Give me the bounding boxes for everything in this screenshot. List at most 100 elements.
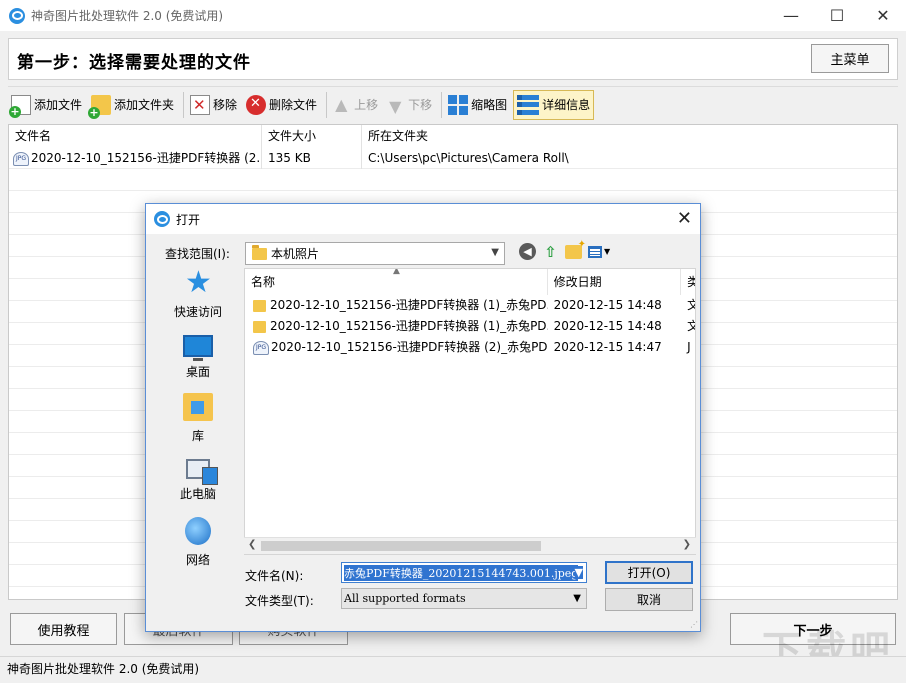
file-folder-cell: C:\Users\pc\Pictures\Camera Roll\ — [368, 151, 569, 165]
column-header-folder[interactable]: 所在文件夹 — [362, 125, 897, 147]
place-label: 库 — [191, 429, 204, 443]
folder-icon — [253, 320, 266, 333]
arrow-down-icon — [387, 95, 405, 116]
look-in-value: 本机照片 — [271, 247, 320, 261]
place-quick-access[interactable]: 快速访问 — [154, 265, 242, 331]
title-bar: 神奇图片批处理软件 2.0 (免费试用) — ☐ ✕ — [0, 0, 906, 31]
open-file-dialog: 打开 ✕ 查找范围(I): 本机照片 ▼ ◀ ⇧ ▼ 快速访问 桌面 库 此电脑 — [145, 203, 701, 632]
dialog-app-icon — [154, 211, 170, 227]
list-item[interactable]: JPG 2020-12-10_152156-迅捷PDF转换器 (2)_赤兔PD..… — [245, 337, 695, 358]
delete-file-button[interactable]: 删除文件 — [243, 90, 320, 120]
file-name-cell: JPG 2020-12-10_152156-迅捷PDF转换器 (2... — [9, 147, 262, 169]
tutorial-button[interactable]: 使用教程 — [10, 613, 117, 645]
view-menu-icon[interactable]: ▼ — [588, 243, 614, 260]
jpg-file-icon: JPG — [253, 340, 269, 355]
filetype-select[interactable]: All supported formats ▼ — [341, 588, 587, 609]
sort-ascending-icon: ▲ — [393, 268, 400, 276]
item-name-cell: 2020-12-10_152156-迅捷PDF转换器 (1)_赤兔PD... — [245, 295, 548, 316]
place-desktop[interactable]: 桌面 — [154, 331, 242, 393]
filename-value: 赤兔PDF转换器_20201215144743.001.jpeg — [344, 564, 579, 581]
folder-icon — [252, 244, 267, 260]
jpg-file-icon: JPG — [13, 151, 29, 166]
new-folder-icon[interactable] — [565, 239, 586, 259]
maximize-button[interactable]: ☐ — [814, 0, 860, 31]
step-header: 第一步：选择需要处理的文件 主菜单 — [8, 38, 898, 80]
details-view-button[interactable]: 详细信息 — [513, 89, 595, 120]
add-folder-button[interactable]: 添加文件夹 — [88, 90, 177, 120]
chevron-down-icon[interactable]: ▼ — [574, 566, 583, 579]
table-row[interactable]: JPG 2020-12-10_152156-迅捷PDF转换器 (2... 135 … — [9, 147, 897, 169]
add-file-button[interactable]: 添加文件 — [8, 90, 85, 120]
column-header-filename[interactable]: 文件名 — [9, 125, 262, 147]
open-button[interactable]: 打开(O) — [605, 561, 693, 584]
move-up-button[interactable]: 上移 — [330, 90, 381, 120]
network-icon — [185, 517, 211, 545]
arrow-up-icon — [333, 95, 351, 115]
column-header-type[interactable]: 类 — [681, 269, 695, 295]
delete-icon — [246, 94, 267, 115]
step-title: 第一步：选择需要处理的文件 — [17, 53, 251, 73]
up-folder-icon[interactable]: ⇧ — [542, 243, 559, 261]
add-file-label: 添加文件 — [34, 98, 83, 112]
desktop-icon — [183, 335, 213, 361]
place-library[interactable]: 库 — [154, 393, 242, 455]
item-type: 文 — [681, 295, 695, 316]
item-name: 2020-12-10_152156-迅捷PDF转换器 (2)_赤兔PD... — [271, 340, 548, 354]
status-bar: 神奇图片批处理软件 2.0 (免费试用) — [0, 656, 906, 683]
add-folder-icon — [88, 94, 112, 119]
filetype-value: All supported formats — [344, 592, 466, 605]
remove-icon — [190, 94, 211, 115]
look-in-label: 查找范围(I): — [165, 247, 230, 261]
folder-icon — [253, 299, 266, 312]
item-date: 2020-12-15 14:48 — [553, 298, 662, 312]
delete-file-label: 删除文件 — [269, 98, 318, 112]
place-label: 桌面 — [185, 365, 210, 379]
add-file-icon — [9, 94, 31, 118]
filetype-label: 文件类型(T): — [245, 594, 314, 608]
scroll-left-icon[interactable]: ❮ — [248, 539, 256, 550]
remove-button[interactable]: 移除 — [187, 90, 240, 120]
main-menu-button[interactable]: 主菜单 — [811, 44, 889, 73]
dialog-title-bar: 打开 ✕ — [146, 204, 700, 234]
toolbar-separator — [183, 91, 185, 118]
cancel-button[interactable]: 取消 — [605, 588, 693, 611]
filename-input[interactable]: 赤兔PDF转换器_20201215144743.001.jpeg ▼ — [341, 562, 587, 583]
filename-label: 文件名(N): — [245, 569, 304, 583]
thumbnail-view-button[interactable]: 缩略图 — [445, 90, 510, 120]
place-label: 此电脑 — [179, 487, 216, 501]
back-icon[interactable]: ◀ — [519, 243, 536, 260]
item-name-cell: 2020-12-10_152156-迅捷PDF转换器 (1)_赤兔PD... — [245, 316, 548, 337]
dialog-close-button[interactable]: ✕ — [677, 208, 692, 229]
scroll-right-icon[interactable]: ❯ — [683, 539, 691, 550]
list-view-icon — [517, 94, 540, 115]
place-this-pc[interactable]: 此电脑 — [154, 455, 242, 517]
scrollbar-thumb[interactable] — [261, 541, 541, 551]
chevron-down-icon: ▼ — [573, 593, 581, 604]
window-title: 神奇图片批处理软件 2.0 (免费试用) — [31, 9, 224, 23]
column-header-filesize[interactable]: 文件大小 — [262, 125, 362, 147]
look-in-dropdown[interactable]: 本机照片 ▼ — [245, 242, 505, 265]
toolbar: 添加文件 添加文件夹 移除 删除文件 上移 下移 缩略图 详细信息 — [8, 86, 898, 122]
move-down-button[interactable]: 下移 — [384, 90, 435, 120]
resize-grip-icon[interactable]: ⋰ — [690, 620, 698, 629]
place-network[interactable]: 网络 — [154, 517, 242, 579]
grid-view-icon — [448, 94, 469, 115]
minimize-button[interactable]: — — [768, 0, 814, 31]
star-icon — [183, 265, 213, 300]
app-logo-icon — [9, 7, 25, 24]
file-list-header: 文件名 文件大小 所在文件夹 — [9, 125, 897, 147]
chevron-down-icon: ▼ — [491, 247, 499, 258]
place-label: 快速访问 — [173, 305, 222, 319]
horizontal-scrollbar[interactable]: ❮ ❯ — [244, 537, 696, 554]
dialog-file-list[interactable]: ▲ 名称 修改日期 类 2020-12-10_152156-迅捷PDF转换器 (… — [244, 268, 696, 555]
column-header-date[interactable]: 修改日期 — [548, 269, 682, 295]
toolbar-separator — [441, 91, 443, 118]
list-item[interactable]: 2020-12-10_152156-迅捷PDF转换器 (1)_赤兔PD... 2… — [245, 295, 695, 316]
close-button[interactable]: ✕ — [860, 0, 906, 31]
library-icon — [183, 393, 213, 421]
thumbnail-label: 缩略图 — [471, 98, 508, 112]
list-item[interactable]: 2020-12-10_152156-迅捷PDF转换器 (1)_赤兔PD... 2… — [245, 316, 695, 337]
place-label: 网络 — [185, 553, 210, 567]
dialog-nav-toolbar: ◀ ⇧ ▼ — [519, 239, 614, 261]
item-date: 2020-12-15 14:48 — [553, 319, 662, 333]
